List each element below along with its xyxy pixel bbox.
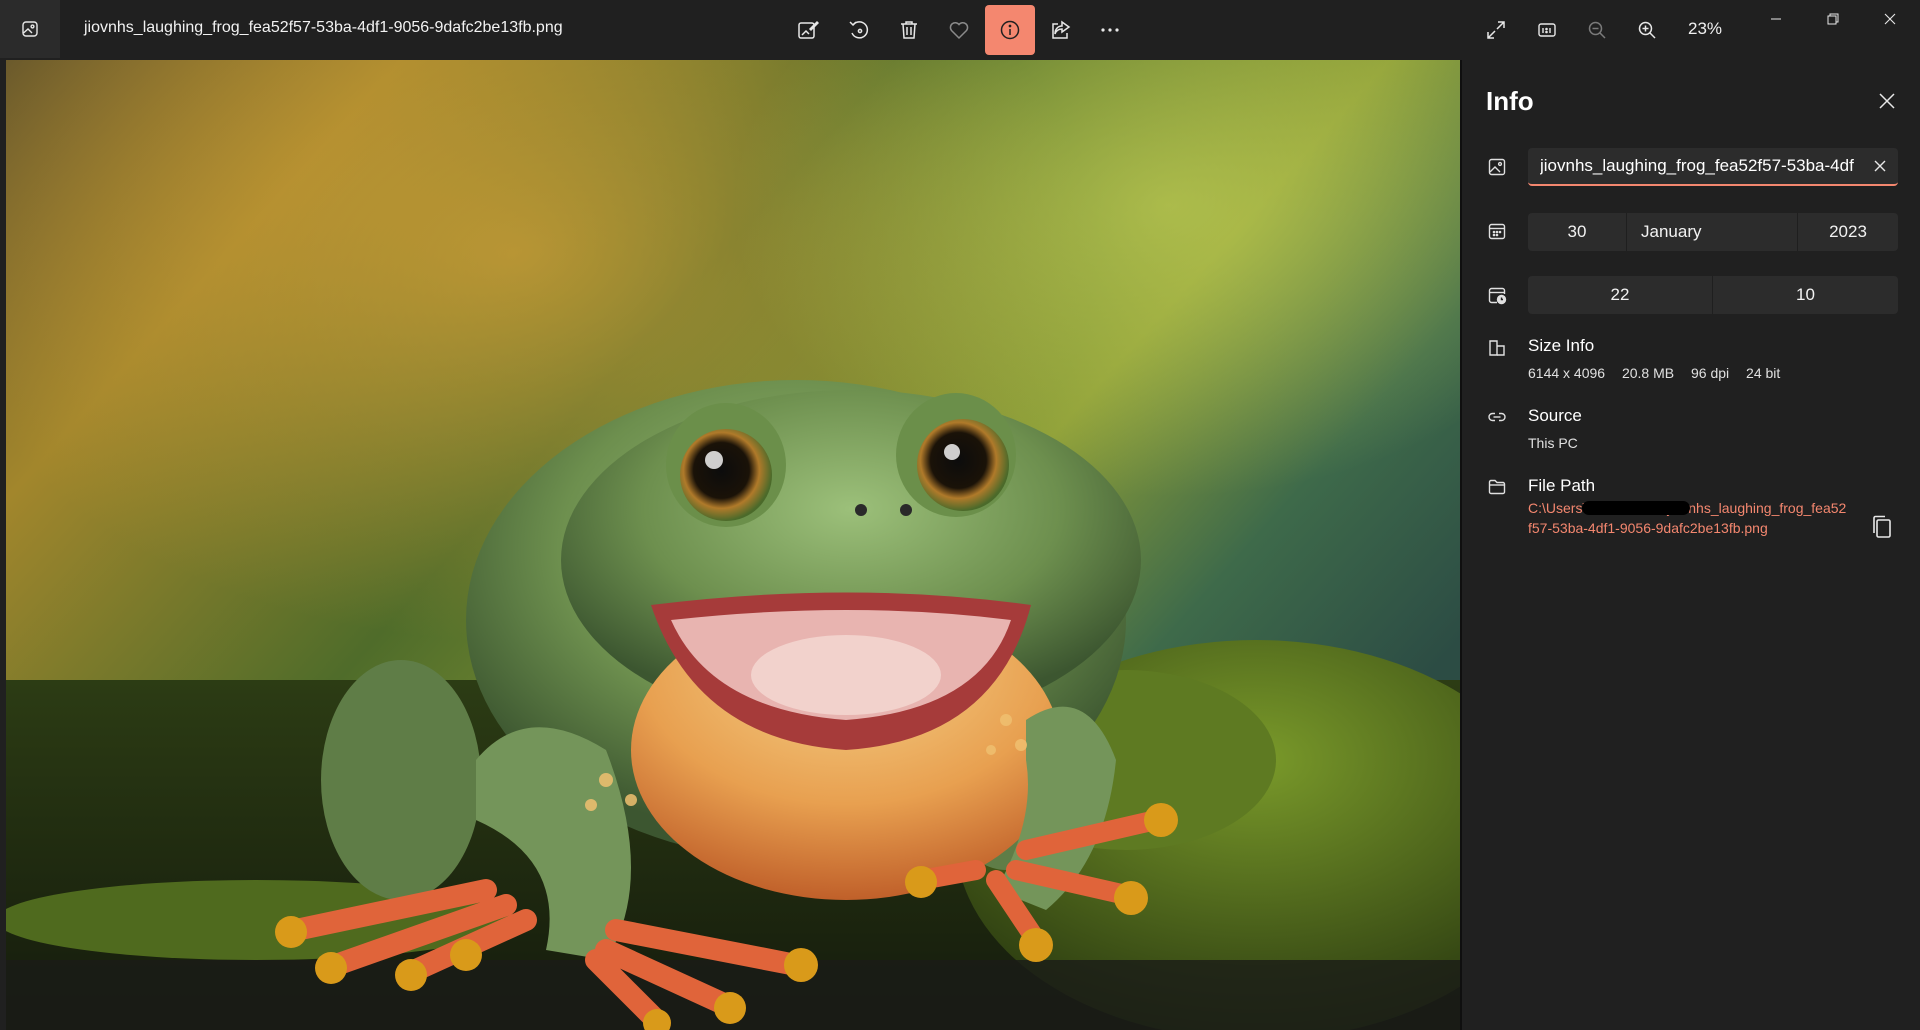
source-label: Source [1528,406,1582,425]
copy-icon [1873,515,1891,538]
info-panel-title: Info [1486,86,1534,116]
rotate-button[interactable] [834,5,884,55]
share-button[interactable] [1035,5,1085,55]
file-name-input[interactable] [1540,148,1855,184]
close-info-panel-button[interactable] [1872,86,1902,116]
file-size: 20.8 MB [1621,365,1675,381]
date-month-picker[interactable]: January [1627,213,1797,251]
zoom-out-icon [1588,21,1606,39]
zoom-level[interactable]: 23% [1688,19,1722,39]
folder-icon [1486,476,1508,498]
expand-icon [1487,21,1505,39]
close-icon [1884,13,1896,25]
zoom-in-button[interactable] [1622,5,1672,55]
minimize-button[interactable] [1753,4,1799,34]
calendar-icon [1486,220,1508,242]
image-dimensions: 6144 x 4096 [1528,365,1606,381]
restore-icon [1827,13,1839,25]
image-viewport[interactable] [6,60,1460,1030]
close-icon [1879,93,1895,109]
more-icon [1101,28,1119,32]
zoom-out-button[interactable] [1572,5,1622,55]
date-day-picker[interactable]: 30 [1528,213,1626,251]
date-year-picker[interactable]: 2023 [1798,213,1898,251]
minimize-icon [1771,18,1781,20]
file-name-title: jiovnhs_laughing_frog_fea52f57-53ba-4df1… [84,19,563,36]
full-screen-button[interactable] [1471,5,1521,55]
bit-depth: 24 bit [1746,365,1781,381]
laughing-frog-image [6,60,1460,1030]
share-icon [1052,20,1071,39]
favorite-button[interactable] [934,5,984,55]
info-icon [1000,20,1020,40]
file-name-field[interactable] [1528,148,1898,186]
edit-image-button[interactable] [783,5,833,55]
image-dpi: 96 dpi [1691,365,1730,381]
rotate-icon [849,21,869,39]
heart-icon [949,22,969,40]
file-info-button[interactable] [985,5,1035,55]
link-icon [1486,406,1508,428]
photos-app-icon[interactable] [0,0,60,58]
time-minute-picker[interactable]: 10 [1713,276,1898,314]
close-window-button[interactable] [1867,4,1913,34]
title-bar: jiovnhs_laughing_frog_fea52f57-53ba-4df1… [0,0,1920,60]
see-more-button[interactable] [1085,5,1135,55]
clear-icon[interactable] [1872,158,1888,174]
size-info-label: Size Info [1528,336,1595,355]
restore-button[interactable] [1810,4,1856,34]
actual-size-button[interactable] [1522,5,1572,55]
actual-size-icon [1538,23,1556,37]
size-info-icon [1486,337,1508,359]
image-file-icon [1486,156,1508,178]
size-info-details: 6144 x 4096 20.8 MB 96 dpi 24 bit [1528,365,1793,381]
calendar-clock-icon [1486,284,1508,306]
zoom-in-icon [1638,21,1656,39]
redaction-mark [1582,501,1690,515]
trash-icon [901,21,917,39]
source-value: This PC [1528,435,1578,451]
copy-path-button[interactable] [1866,511,1898,543]
edit-image-icon [798,20,819,39]
info-panel: Info 30 January 2023 [1462,60,1920,1030]
delete-button[interactable] [884,5,934,55]
time-hour-picker[interactable]: 22 [1528,276,1712,314]
file-path-label: File Path [1528,476,1596,495]
